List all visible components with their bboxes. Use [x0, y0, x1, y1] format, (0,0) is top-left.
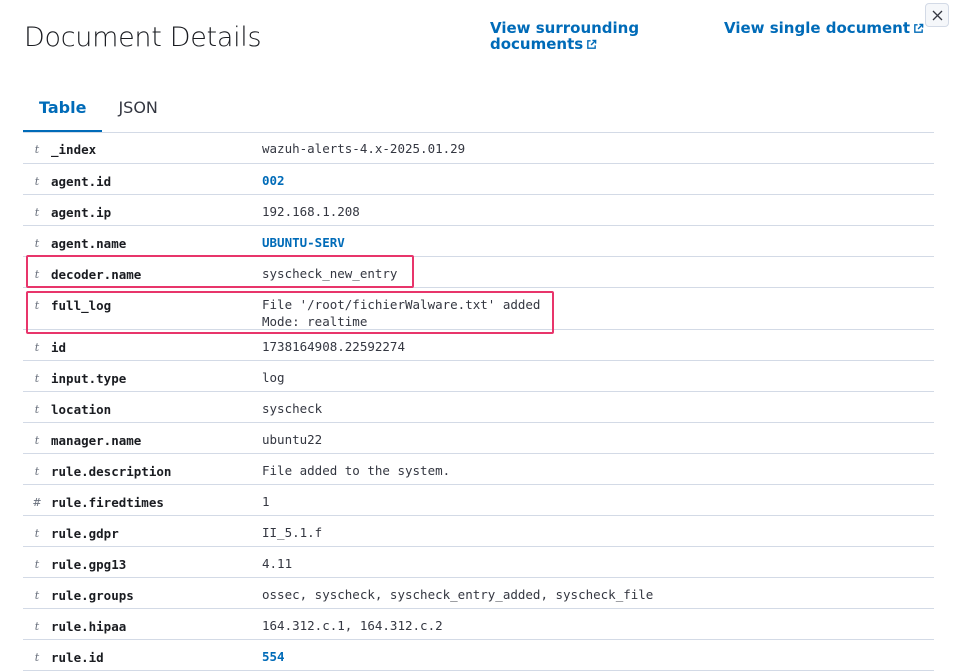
field-value: II_5.1.f [262, 525, 323, 540]
field-name: _index [51, 142, 97, 157]
string-type-icon: t [34, 527, 40, 540]
string-type-icon: t [34, 175, 40, 188]
table-row: t decoder.name syscheck_new_entry [23, 257, 934, 288]
field-name: input.type [51, 371, 127, 386]
table-row: t agent.id 002 [23, 164, 934, 195]
field-name: rule.gpg13 [51, 557, 127, 572]
field-name: full_log [51, 298, 112, 313]
string-type-icon: t [34, 372, 40, 385]
field-value: ossec, syscheck, syscheck_entry_added, s… [262, 587, 654, 602]
table-row: t manager.name ubuntu22 [23, 423, 934, 454]
string-type-icon: t [34, 620, 40, 633]
field-value: ubuntu22 [262, 432, 323, 447]
table-row: t agent.name UBUNTU-SERV [23, 226, 934, 257]
field-value: 4.11 [262, 556, 293, 571]
field-value: log [262, 370, 285, 385]
string-type-icon: t [34, 268, 40, 281]
table-row: t rule.gpg13 4.11 [23, 547, 934, 578]
field-value: wazuh-alerts-4.x-2025.01.29 [262, 141, 466, 156]
field-value: File added to the system. [262, 463, 451, 478]
table-row: t full_log File '/root/fichierWalware.txt'… [23, 288, 934, 330]
field-name: decoder.name [51, 267, 142, 282]
string-type-icon: t [34, 237, 40, 250]
document-fields-table: t _index wazuh-alerts-4.x-2025.01.29 t agent… [23, 132, 934, 671]
field-name: id [51, 340, 67, 355]
tab-table[interactable]: Table [23, 92, 103, 132]
field-value: syscheck [262, 401, 323, 416]
table-row: t _index wazuh-alerts-4.x-2025.01.29 [23, 132, 934, 164]
field-value: 164.312.c.1, 164.312.c.2 [262, 618, 443, 633]
close-button[interactable] [925, 3, 949, 27]
table-row: t rule.id 554 [23, 640, 934, 671]
string-type-icon: t [34, 465, 40, 478]
table-row: t id 1738164908.22592274 [23, 330, 934, 361]
view-surrounding-label: View surrounding documents [490, 19, 640, 53]
close-icon [932, 10, 942, 20]
field-name: rule.hipaa [51, 619, 127, 634]
field-name: agent.id [51, 174, 112, 189]
field-value: 1738164908.22592274 [262, 339, 405, 354]
view-single-label: View single document [724, 19, 911, 37]
string-type-icon: t [34, 299, 40, 312]
number-type-icon: # [32, 496, 42, 509]
field-value-link[interactable]: UBUNTU-SERV [262, 226, 934, 251]
table-row: t agent.ip 192.168.1.208 [23, 195, 934, 226]
string-type-icon: t [34, 651, 40, 664]
field-name: rule.description [51, 464, 172, 479]
table-row: t rule.hipaa 164.312.c.1, 164.312.c.2 [23, 609, 934, 640]
table-row: t location syscheck [23, 392, 934, 423]
view-single-document-link[interactable]: View single document [724, 20, 924, 36]
table-row: t rule.groups ossec, syscheck, syscheck_en… [23, 578, 934, 609]
table-row: t rule.description File added to the syste… [23, 454, 934, 485]
external-link-icon [587, 39, 597, 49]
table-row: t rule.gdpr II_5.1.f [23, 516, 934, 547]
external-link-icon [914, 23, 924, 33]
table-row: # rule.firedtimes 1 [23, 485, 934, 516]
string-type-icon: t [34, 558, 40, 571]
tab-bar: Table JSON [23, 92, 934, 133]
table-row: t input.type log [23, 361, 934, 392]
tab-json[interactable]: JSON [102, 92, 173, 132]
view-surrounding-documents-link[interactable]: View surrounding documents [490, 20, 670, 52]
field-name: rule.gdpr [51, 526, 119, 541]
string-type-icon: t [34, 589, 40, 602]
string-type-icon: t [34, 143, 40, 156]
field-value: 192.168.1.208 [262, 204, 360, 219]
field-name: rule.firedtimes [51, 495, 164, 510]
field-name: rule.id [51, 650, 104, 665]
string-type-icon: t [34, 341, 40, 354]
field-name: location [51, 402, 112, 417]
field-value: File '/root/fichierWalware.txt' added Mo… [262, 297, 541, 329]
string-type-icon: t [34, 434, 40, 447]
string-type-icon: t [34, 403, 40, 416]
field-value: 1 [262, 494, 270, 509]
field-name: rule.groups [51, 588, 134, 603]
field-value-link[interactable]: 002 [262, 164, 934, 189]
string-type-icon: t [34, 206, 40, 219]
page-title: Document Details [24, 22, 262, 53]
field-name: agent.ip [51, 205, 112, 220]
field-name: agent.name [51, 236, 127, 251]
field-name: manager.name [51, 433, 142, 448]
field-value: syscheck_new_entry [262, 266, 398, 281]
field-value-link[interactable]: 554 [262, 640, 934, 665]
